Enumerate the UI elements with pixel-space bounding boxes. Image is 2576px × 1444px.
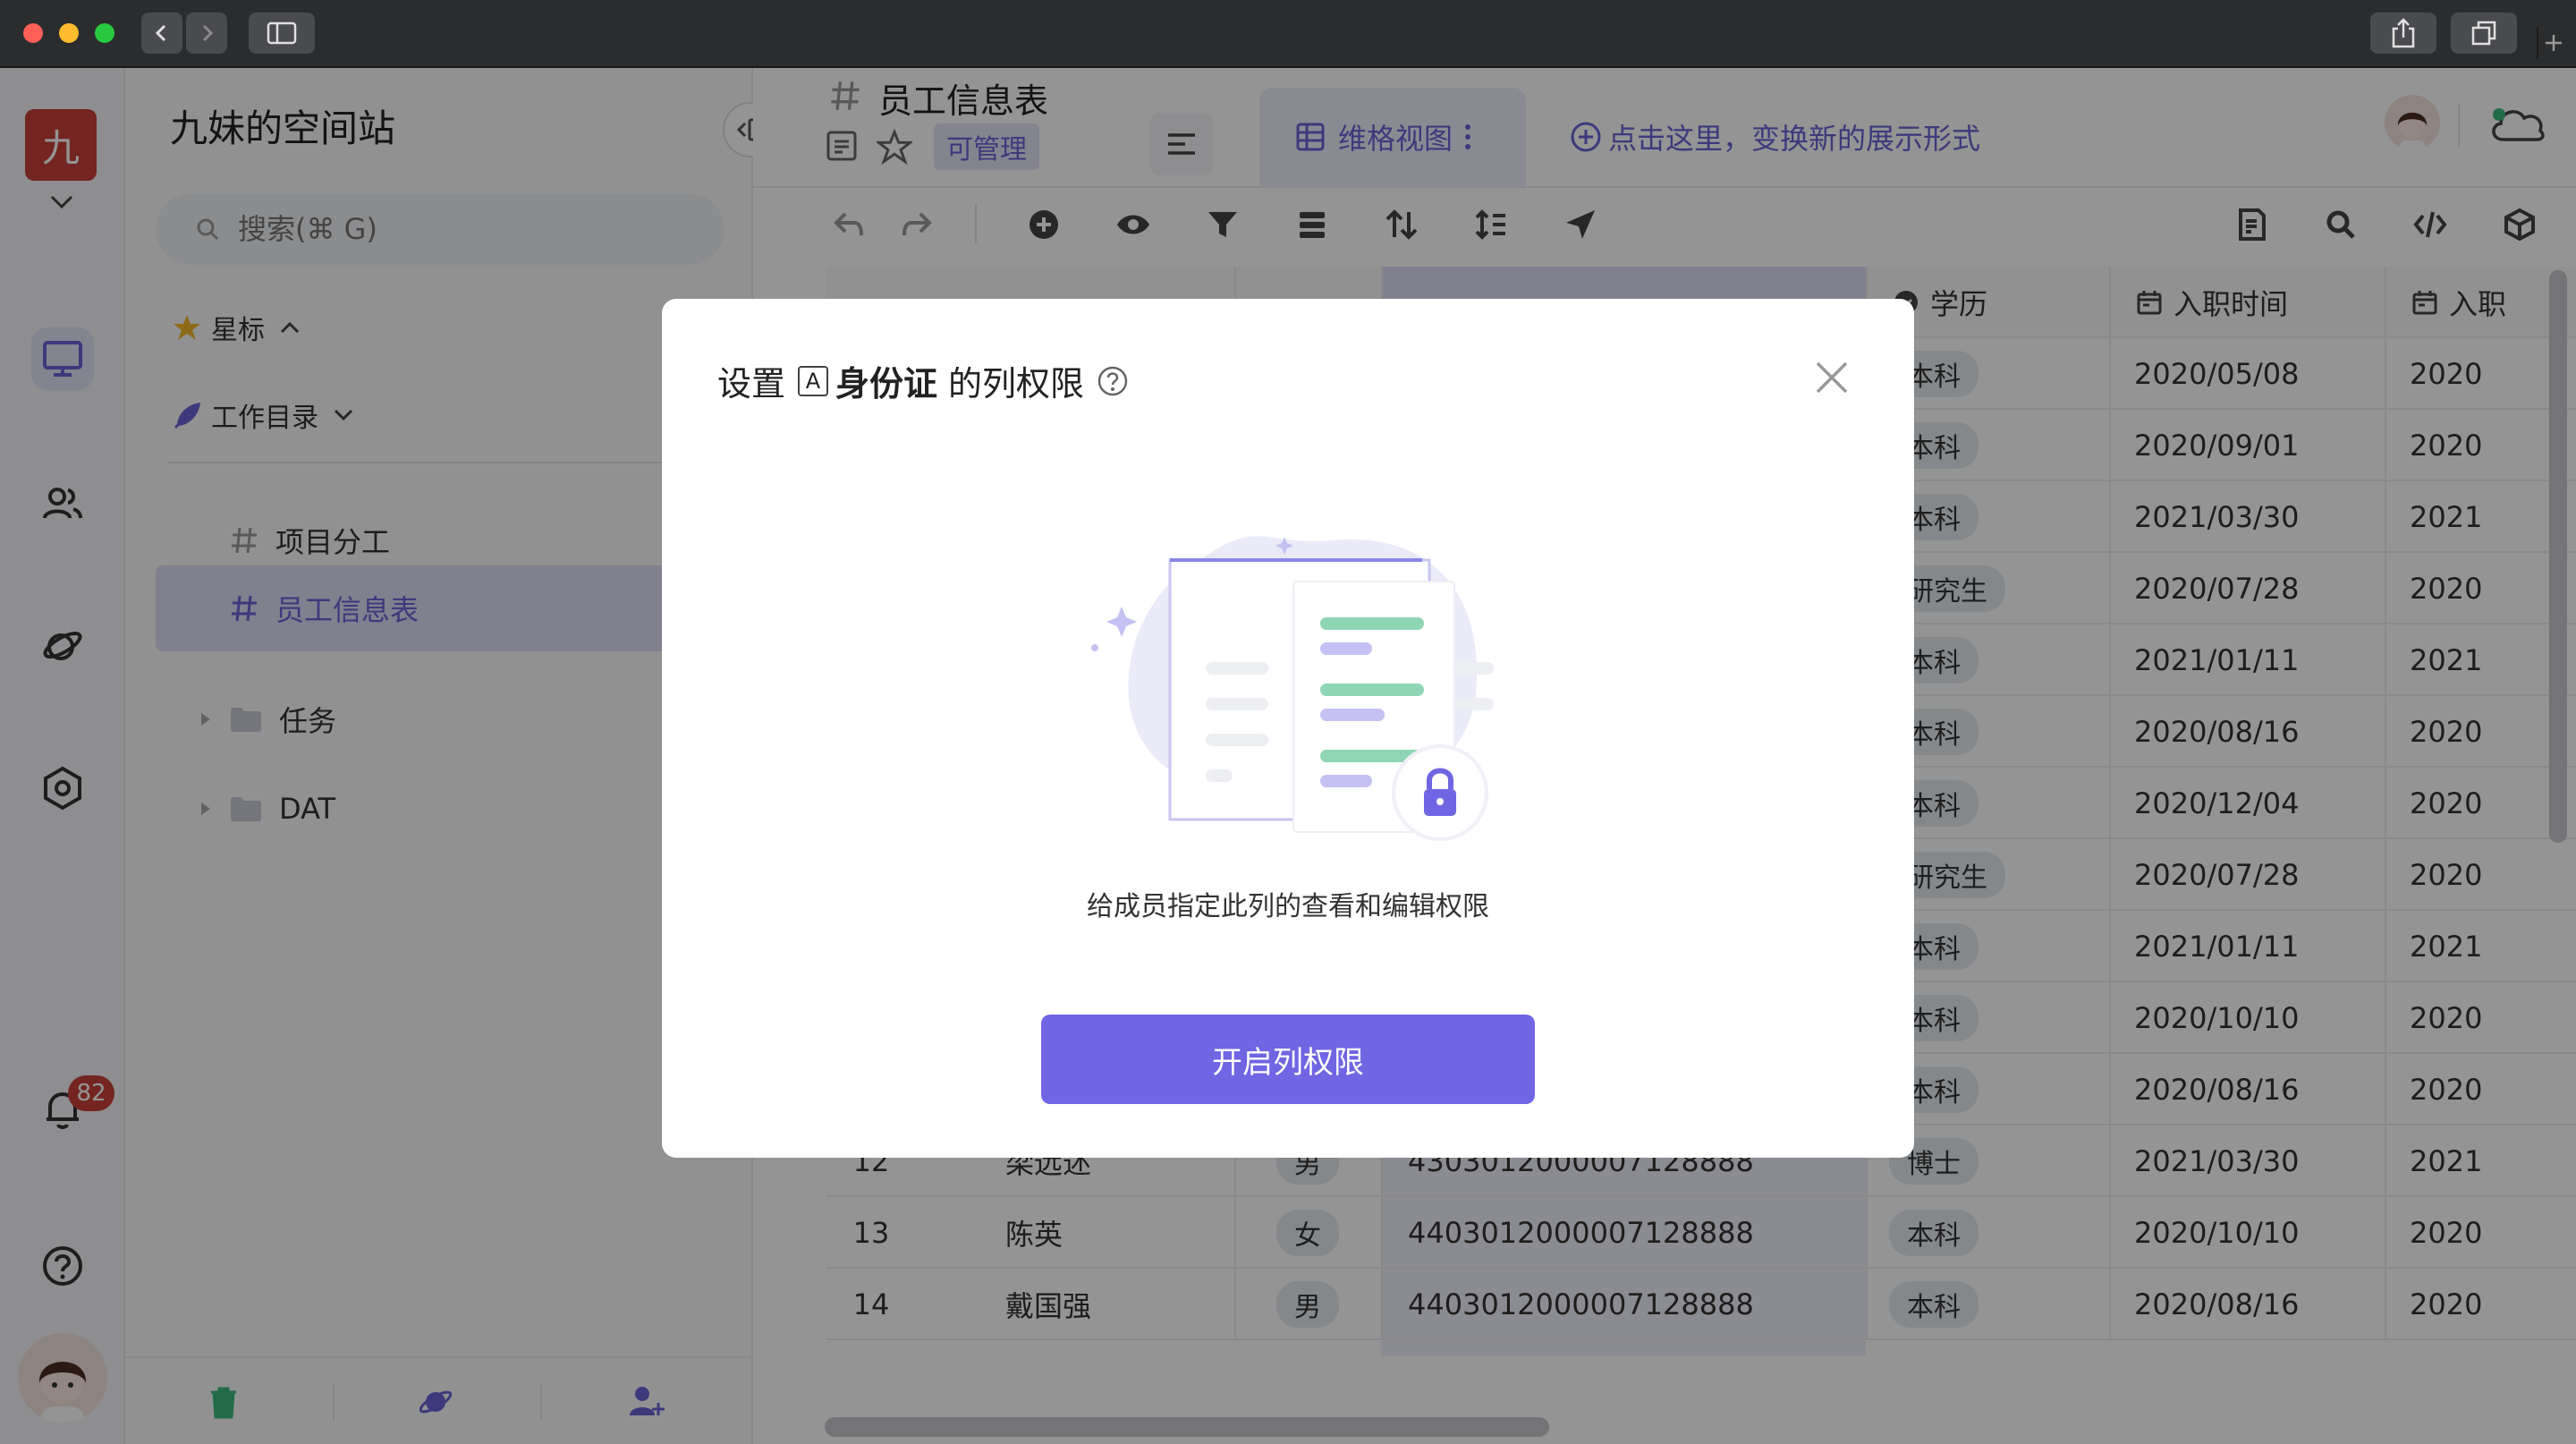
chevron-right-icon — [202, 24, 214, 42]
new-tab-button[interactable] — [2537, 27, 2569, 59]
column-permission-dialog: 设置 A 身份证 的列权限 给成员指定此列的查看和编辑权限 开启列权限 — [662, 299, 1914, 1158]
sidebar-toggle-button[interactable] — [249, 13, 315, 54]
window-titlebar — [0, 0, 2576, 68]
minimize-window-button[interactable] — [59, 23, 79, 43]
close-window-button[interactable] — [23, 23, 43, 43]
help-icon[interactable] — [1097, 365, 1129, 397]
forward-button[interactable] — [186, 13, 227, 54]
duplicate-window-icon — [2471, 21, 2496, 46]
sidebar-icon — [267, 21, 297, 45]
zoom-window-button[interactable] — [95, 23, 114, 43]
dialog-title-suffix: 的列权限 — [948, 364, 1085, 403]
text-field-type-icon: A — [798, 365, 829, 396]
dialog-close-button[interactable] — [1812, 358, 1852, 397]
plus-icon — [2546, 35, 2562, 51]
column-permission-illustration — [1091, 536, 1494, 841]
dialog-description: 给成员指定此列的查看和编辑权限 — [1087, 891, 1489, 922]
enable-column-permission-button[interactable]: 开启列权限 — [1041, 1015, 1535, 1104]
dialog-title-prefix: 设置 — [717, 364, 786, 403]
dialog-title: 设置 A 身份证 的列权限 — [717, 356, 1129, 405]
enable-button-label: 开启列权限 — [1212, 1044, 1364, 1081]
share-button[interactable] — [2370, 13, 2436, 54]
field-type-letter: A — [805, 368, 821, 394]
back-button[interactable] — [141, 13, 182, 54]
dialog-field-name: 身份证 — [835, 364, 938, 403]
chevron-left-icon — [155, 24, 166, 42]
close-icon — [1816, 361, 1848, 394]
share-icon — [2392, 18, 2415, 48]
new-window-button[interactable] — [2451, 13, 2517, 54]
